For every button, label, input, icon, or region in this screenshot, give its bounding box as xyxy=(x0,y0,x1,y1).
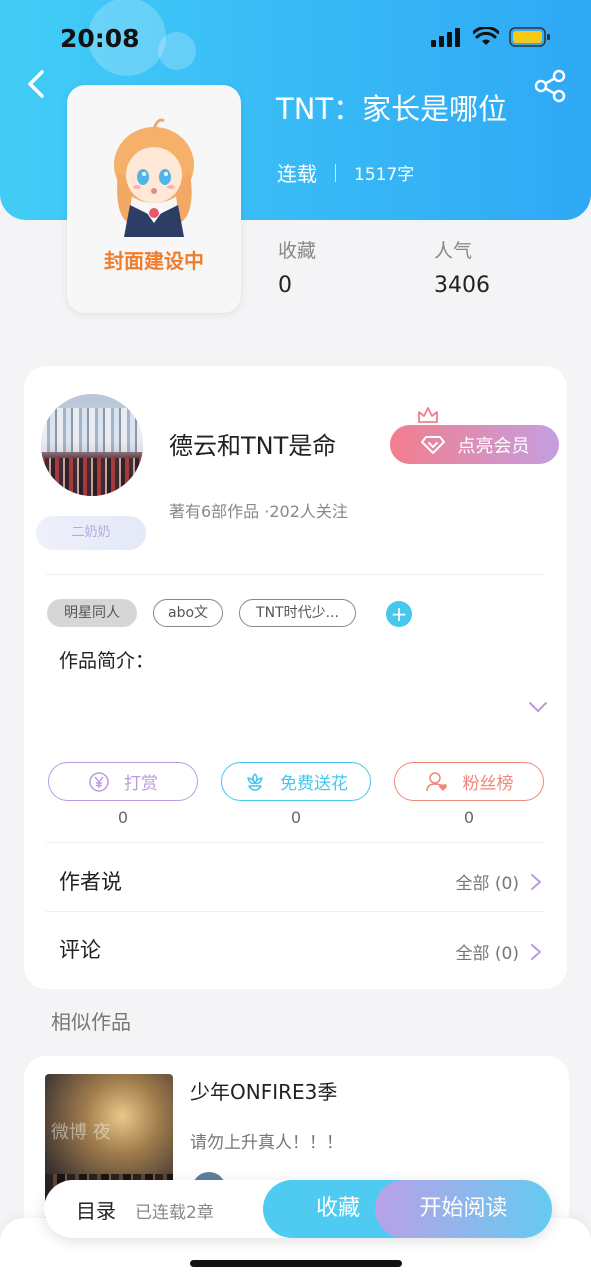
stat-value: 0 xyxy=(278,273,292,298)
book-detail-card: 二奶奶 德云和TNT是命 著有6部作品 ·202人关注 点亮会员 明星同人 ab… xyxy=(24,366,567,989)
send-flower-label: 免费送花 xyxy=(280,774,348,794)
anime-girl-illustration xyxy=(114,118,194,237)
signal-icon xyxy=(431,28,460,47)
section-divider xyxy=(46,911,545,912)
section-divider xyxy=(46,842,545,843)
tip-button[interactable]: 打赏 xyxy=(48,762,198,801)
book-meta: 连载 1517字 xyxy=(277,158,414,187)
author-says-count: 全部 (0) xyxy=(455,874,519,894)
meta-divider xyxy=(335,163,336,182)
add-tag-button[interactable]: + xyxy=(386,601,412,627)
similar-work-description: 请勿上升真人！！！ xyxy=(190,1133,343,1153)
stat-popularity: 人气 3406 xyxy=(434,236,490,298)
stat-favorites: 收藏 0 xyxy=(278,236,316,298)
intro-label: 作品简介： xyxy=(59,650,155,672)
word-count: 1517字 xyxy=(354,165,415,185)
tag-chip[interactable]: 明星同人 xyxy=(47,599,137,627)
flower-count: 0 xyxy=(290,808,302,827)
tip-label: 打赏 xyxy=(124,774,158,794)
chevron-right-icon xyxy=(531,873,541,890)
avatar-photo-bottom xyxy=(41,458,143,496)
start-reading-button[interactable]: 开始阅读 xyxy=(375,1180,552,1238)
chevron-right-icon xyxy=(531,943,541,960)
author-avatar[interactable] xyxy=(41,394,143,496)
tag-chip[interactable]: abo文 xyxy=(153,599,223,627)
wifi-icon xyxy=(473,27,499,45)
table-of-contents-button[interactable]: 目录 xyxy=(76,1195,116,1224)
author-name[interactable]: 德云和TNT是命 xyxy=(169,426,336,461)
cover-placeholder-text: 封面建设中 xyxy=(104,249,204,273)
comments-label[interactable]: 评论 xyxy=(59,934,101,964)
fan-rank-icon xyxy=(425,771,447,791)
decorative-bubble xyxy=(158,32,196,70)
similar-work-title: 少年ONFIRE3季 xyxy=(190,1080,338,1104)
share-icon[interactable] xyxy=(533,68,569,104)
bottom-action-bar: 目录 已连载2章 收藏 开始阅读 xyxy=(44,1180,552,1238)
crown-icon xyxy=(418,407,438,423)
serial-status: 连载 xyxy=(277,162,317,186)
section-divider xyxy=(46,574,545,575)
back-arrow-icon[interactable] xyxy=(22,66,52,102)
avatar-photo-top xyxy=(41,408,143,452)
status-time: 20:08 xyxy=(60,24,140,53)
vip-button-label: 点亮会员 xyxy=(457,435,530,457)
activate-vip-button[interactable]: 点亮会员 xyxy=(390,425,559,464)
chapter-count: 已连载2章 xyxy=(135,1203,214,1223)
diamond-icon xyxy=(420,435,445,454)
book-title: TNT：家长是哪位 xyxy=(276,92,508,126)
fan-rank-label: 粉丝榜 xyxy=(462,774,514,794)
fan-rank-button[interactable]: 粉丝榜 xyxy=(394,762,544,801)
chevron-down-icon[interactable] xyxy=(527,696,549,718)
home-indicator xyxy=(190,1260,402,1267)
stat-label: 人气 xyxy=(434,240,473,262)
fan-rank-count: 0 xyxy=(463,808,475,827)
cover-watermark: 微博 夜 xyxy=(51,1122,111,1143)
author-info: 著有6部作品 ·202人关注 xyxy=(169,502,348,521)
comments-count: 全部 (0) xyxy=(455,944,519,964)
fan-level-badge: 二奶奶 xyxy=(36,516,146,550)
flower-icon xyxy=(247,772,263,791)
author-says-label[interactable]: 作者说 xyxy=(59,866,122,896)
send-flower-button[interactable]: 免费送花 xyxy=(221,762,371,801)
similar-works-heading: 相似作品 xyxy=(51,1010,131,1034)
comments-link[interactable]: 全部 (0) xyxy=(456,939,543,964)
yen-icon xyxy=(89,771,109,792)
battery-icon xyxy=(509,27,550,47)
status-icons xyxy=(431,26,551,48)
tip-count: 0 xyxy=(117,808,129,827)
author-says-link[interactable]: 全部 (0) xyxy=(456,869,543,894)
tag-chip[interactable]: TNT时代少... xyxy=(239,599,356,627)
stat-value: 3406 xyxy=(434,273,490,298)
book-cover[interactable]: 封面建设中 xyxy=(67,85,241,313)
stat-label: 收藏 xyxy=(278,240,317,262)
